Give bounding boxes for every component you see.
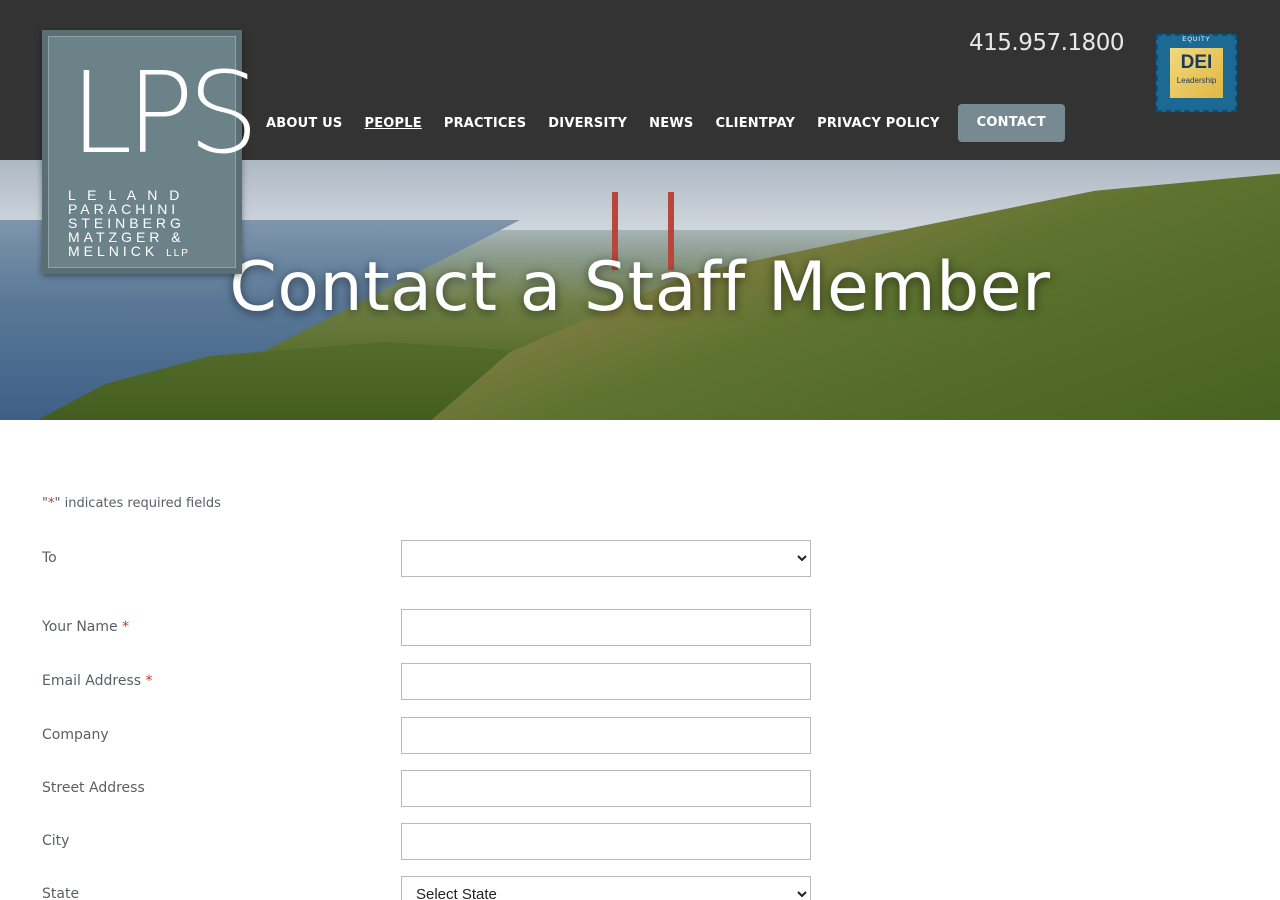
required-fields-note: "*" indicates required fields (42, 496, 221, 511)
logo-mark: LPS (70, 49, 259, 179)
email-label: Email Address * (42, 673, 153, 689)
company-field[interactable] (401, 717, 811, 754)
nav-contact-button[interactable]: CONTACT (957, 104, 1065, 142)
required-note-suffix: " indicates required fields (54, 496, 221, 511)
nav-practices[interactable]: PRACTICES (444, 116, 526, 131)
logo-line-4: MATZGER & (68, 229, 185, 245)
city-label: City (42, 833, 69, 849)
state-label-text: State (42, 886, 80, 900)
company-label-text: Company (42, 727, 109, 743)
form-row-email: Email Address * (42, 663, 812, 701)
form-row-name: Your Name * (42, 609, 812, 647)
name-label: Your Name * (42, 619, 129, 635)
logo-line-5: MELNICK (68, 243, 159, 259)
nav-about-us[interactable]: ABOUT US (266, 116, 343, 131)
state-select[interactable]: Select State (401, 876, 811, 900)
form-row-city: City (42, 823, 812, 861)
logo-line-1: L E L A N D (68, 187, 184, 203)
badge-leadership-text: Leadership (1176, 76, 1217, 85)
form-row-company: Company (42, 717, 812, 755)
firm-logo[interactable]: LPS L E L A N D PARACHINI STEINBERG MATZ… (42, 30, 259, 274)
street-label-text: Street Address (42, 780, 145, 796)
dei-leadership-badge[interactable]: EQUITY DEI Leadership (1156, 34, 1237, 112)
form-row-state: State Select State (42, 876, 812, 900)
badge-top-text: EQUITY (1182, 37, 1211, 43)
site-header: LPS L E L A N D PARACHINI STEINBERG MATZ… (0, 0, 1280, 274)
to-select[interactable] (401, 540, 811, 577)
name-label-text: Your Name (42, 619, 118, 635)
form-row-to: To (42, 540, 812, 578)
to-label-text: To (42, 550, 57, 566)
name-field[interactable] (401, 609, 811, 646)
city-field[interactable] (401, 823, 811, 860)
form-row-street: Street Address (42, 770, 812, 808)
main-nav: ABOUT US PEOPLE PRACTICES DIVERSITY NEWS… (266, 104, 1065, 142)
logo-wordmark: L E L A N D PARACHINI STEINBERG MATZGER … (68, 188, 228, 261)
email-label-text: Email Address (42, 673, 142, 689)
badge-core: DEI Leadership (1170, 48, 1223, 98)
to-label: To (42, 550, 57, 566)
nav-diversity[interactable]: DIVERSITY (548, 116, 627, 131)
phone-number[interactable]: 415.957.1800 (969, 30, 1124, 56)
nav-news[interactable]: NEWS (649, 116, 693, 131)
nav-people[interactable]: PEOPLE (365, 116, 422, 131)
logo-suffix: LLP (166, 248, 190, 259)
nav-privacy-policy[interactable]: PRIVACY POLICY (817, 116, 940, 131)
street-address-field[interactable] (401, 770, 811, 807)
logo-line-2: PARACHINI (68, 201, 180, 217)
logo-line-3: STEINBERG (68, 215, 185, 231)
city-label-text: City (42, 833, 70, 849)
badge-dei-text: DEI (1180, 52, 1213, 73)
email-field[interactable] (401, 663, 811, 700)
nav-clientpay[interactable]: CLIENTPAY (715, 116, 795, 131)
email-required-star: * (145, 673, 153, 689)
state-label: State (42, 886, 79, 900)
company-label: Company (42, 727, 109, 743)
street-label: Street Address (42, 780, 145, 796)
name-required-star: * (122, 619, 130, 635)
